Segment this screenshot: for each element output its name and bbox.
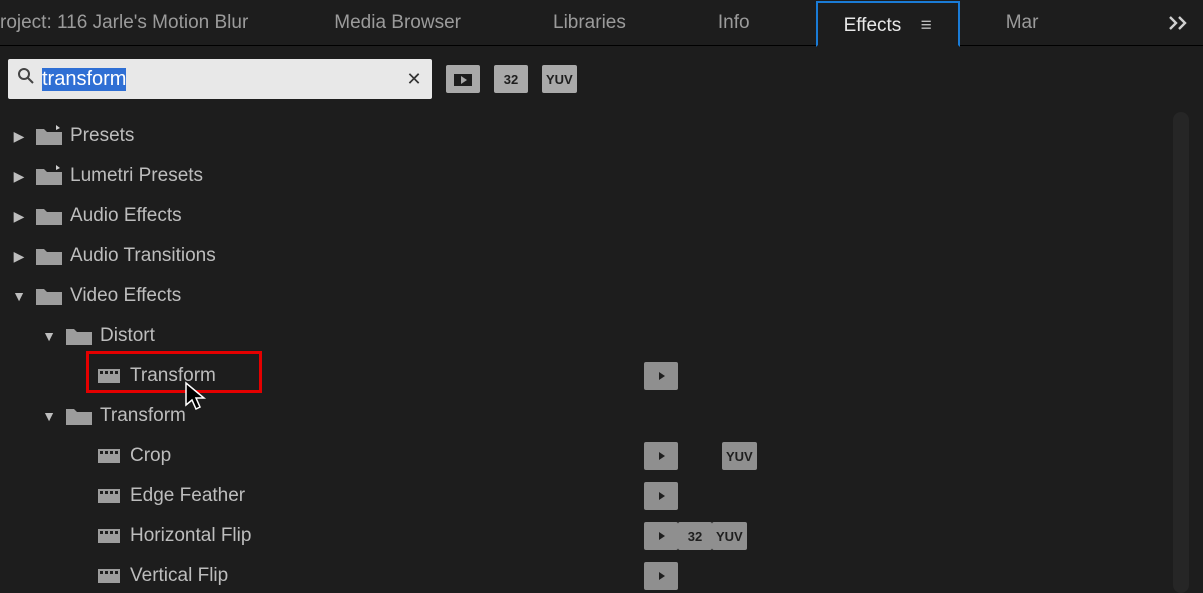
effect-badges: YUV: [644, 442, 801, 470]
effect-badges: [644, 482, 678, 510]
tree-label: Presets: [70, 125, 134, 147]
tree-effect-vertical-flip[interactable]: Vertical Flip: [0, 556, 1203, 593]
effect-icon: [94, 526, 124, 546]
effect-badges: [644, 362, 678, 390]
tab-effects-label: Effects: [844, 15, 902, 36]
accelerated-badge-icon: [644, 482, 678, 510]
tree-label: Distort: [100, 325, 155, 347]
preset-folder-icon: [34, 125, 64, 147]
tree-label: Horizontal Flip: [130, 525, 251, 547]
effects-tree: ▶ Presets ▶ Lumetri Presets ▶ Audio Effe…: [0, 112, 1203, 593]
tree-folder-audio-transitions[interactable]: ▶ Audio Transitions: [0, 236, 1203, 276]
accelerated-badge-icon: [644, 442, 678, 470]
tree-effect-crop[interactable]: Crop YUV: [0, 436, 1203, 476]
effect-badges: [644, 562, 678, 590]
tree-folder-video-effects[interactable]: ▼ Video Effects: [0, 276, 1203, 316]
preset-folder-icon: [34, 165, 64, 187]
tree-label: Video Effects: [70, 285, 181, 307]
folder-icon: [34, 285, 64, 307]
folder-icon: [34, 245, 64, 267]
folder-icon: [64, 325, 94, 347]
tree-label: Lumetri Presets: [70, 165, 203, 187]
effect-icon: [94, 366, 124, 386]
tab-info[interactable]: Info: [692, 0, 776, 46]
clear-search-icon[interactable]: ✕: [402, 69, 426, 90]
tab-overflow-button[interactable]: [1161, 6, 1197, 40]
panel-tabbar: roject: 116 Jarle's Motion Blur Media Br…: [0, 0, 1203, 46]
effects-toolbar: ✕ 32 YUV: [0, 46, 1203, 112]
accelerated-badge-icon: [644, 562, 678, 590]
tab-media-browser[interactable]: Media Browser: [308, 0, 487, 46]
effect-icon: [94, 486, 124, 506]
folder-icon: [64, 405, 94, 427]
accelerated-effects-toggle[interactable]: [446, 65, 480, 93]
yuv-effects-toggle[interactable]: YUV: [542, 65, 577, 93]
tree-folder-distort[interactable]: ▼ Distort: [0, 316, 1203, 356]
effect-badges: 32 YUV: [644, 522, 835, 550]
tree-effect-transform[interactable]: Transform: [0, 356, 1203, 396]
effect-icon: [94, 566, 124, 586]
tree-label: Transform: [100, 405, 186, 427]
disclosure-open-icon[interactable]: ▼: [40, 328, 58, 344]
tab-mar[interactable]: Mar: [980, 0, 1065, 46]
disclosure-closed-icon[interactable]: ▶: [10, 128, 28, 145]
chevron-double-right-icon: [1169, 16, 1189, 30]
tree-effect-horizontal-flip[interactable]: Horizontal Flip 32 YUV: [0, 516, 1203, 556]
tree-label: Edge Feather: [130, 485, 245, 507]
disclosure-open-icon[interactable]: ▼: [40, 408, 58, 424]
tree-label: Vertical Flip: [130, 565, 228, 587]
bit32-badge-icon: 32: [678, 522, 712, 550]
yuv-badge-icon: YUV: [712, 522, 747, 550]
tab-effects[interactable]: Effects ≡: [816, 1, 960, 47]
disclosure-open-icon[interactable]: ▼: [10, 288, 28, 304]
tree-label: Audio Transitions: [70, 245, 216, 267]
32bit-effects-toggle[interactable]: 32: [494, 65, 528, 93]
folder-icon: [34, 205, 64, 227]
accelerated-badge-icon: [644, 522, 678, 550]
accelerated-badge-icon: [644, 362, 678, 390]
search-input[interactable]: [38, 68, 402, 91]
tree-folder-presets[interactable]: ▶ Presets: [0, 116, 1203, 156]
tree-label: Transform: [130, 365, 216, 387]
disclosure-closed-icon[interactable]: ▶: [10, 248, 28, 265]
effects-search[interactable]: ✕: [8, 59, 432, 99]
disclosure-closed-icon[interactable]: ▶: [10, 208, 28, 225]
tab-project[interactable]: roject: 116 Jarle's Motion Blur: [0, 0, 268, 46]
tab-libraries[interactable]: Libraries: [527, 0, 652, 46]
disclosure-closed-icon[interactable]: ▶: [10, 168, 28, 185]
tree-folder-audio-effects[interactable]: ▶ Audio Effects: [0, 196, 1203, 236]
tree-folder-lumetri-presets[interactable]: ▶ Lumetri Presets: [0, 156, 1203, 196]
tree-scrollbar[interactable]: [1173, 112, 1189, 593]
search-icon: [14, 67, 38, 91]
panel-menu-icon[interactable]: ≡: [921, 15, 932, 36]
tree-label: Audio Effects: [70, 205, 182, 227]
effect-icon: [94, 446, 124, 466]
yuv-badge-icon: YUV: [722, 442, 757, 470]
tree-folder-transform[interactable]: ▼ Transform: [0, 396, 1203, 436]
tree-label: Crop: [130, 445, 171, 467]
tree-effect-edge-feather[interactable]: Edge Feather: [0, 476, 1203, 516]
